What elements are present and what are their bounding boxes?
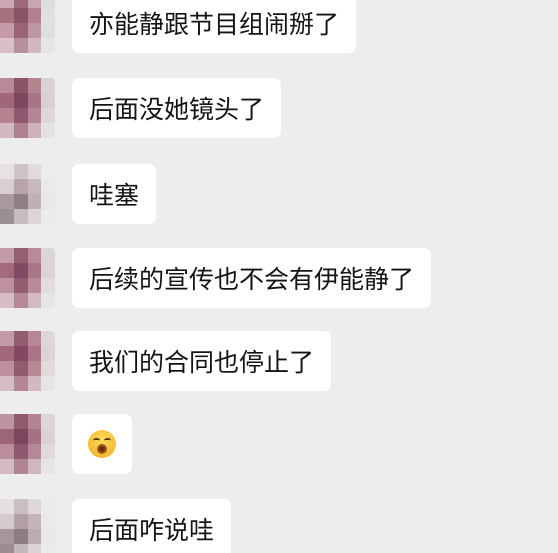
message-text: 后续的宣传也不会有伊能静了 xyxy=(89,265,415,294)
message-row: 我们的合同也停止了 xyxy=(0,331,558,391)
sender-avatar[interactable] xyxy=(0,164,55,224)
message-bubble[interactable]: 后续的宣传也不会有伊能静了 xyxy=(72,248,432,308)
message-row: 后续的宣传也不会有伊能静了 xyxy=(0,248,558,308)
message-row: 后面没她镜头了 xyxy=(0,78,558,138)
sender-avatar[interactable] xyxy=(0,414,55,474)
sender-avatar[interactable] xyxy=(0,248,55,308)
message-row: 哇塞 xyxy=(0,164,558,224)
sender-avatar[interactable] xyxy=(0,499,55,553)
message-bubble[interactable]: 亦能静跟节目组闹掰了 xyxy=(72,0,357,53)
emoji-left-eye xyxy=(93,438,100,443)
sender-avatar[interactable] xyxy=(0,331,55,391)
message-row xyxy=(0,414,558,474)
message-row: 亦能静跟节目组闹掰了 xyxy=(0,0,558,53)
emoji-mouth xyxy=(97,444,107,454)
message-bubble[interactable]: 后面咋说哇 xyxy=(72,499,232,553)
message-text: 我们的合同也停止了 xyxy=(89,348,315,377)
message-row: 后面咋说哇 xyxy=(0,499,558,553)
emoji-right-eye xyxy=(104,438,111,443)
astonished-face-emoji-icon xyxy=(88,430,116,458)
message-bubble[interactable] xyxy=(72,414,132,474)
message-bubble[interactable]: 我们的合同也停止了 xyxy=(72,331,332,391)
message-text: 后面咋说哇 xyxy=(89,516,215,545)
message-bubble[interactable]: 后面没她镜头了 xyxy=(72,78,282,138)
message-text: 哇塞 xyxy=(89,181,140,210)
message-text: 亦能静跟节目组闹掰了 xyxy=(89,10,340,39)
message-text: 后面没她镜头了 xyxy=(89,95,265,124)
chat-message-list: 亦能静跟节目组闹掰了 后面没她镜头了 哇塞 后续的宣传也不会有伊能静了 我们的合… xyxy=(0,0,558,553)
sender-avatar[interactable] xyxy=(0,0,55,53)
message-bubble[interactable]: 哇塞 xyxy=(72,164,157,224)
sender-avatar[interactable] xyxy=(0,78,55,138)
